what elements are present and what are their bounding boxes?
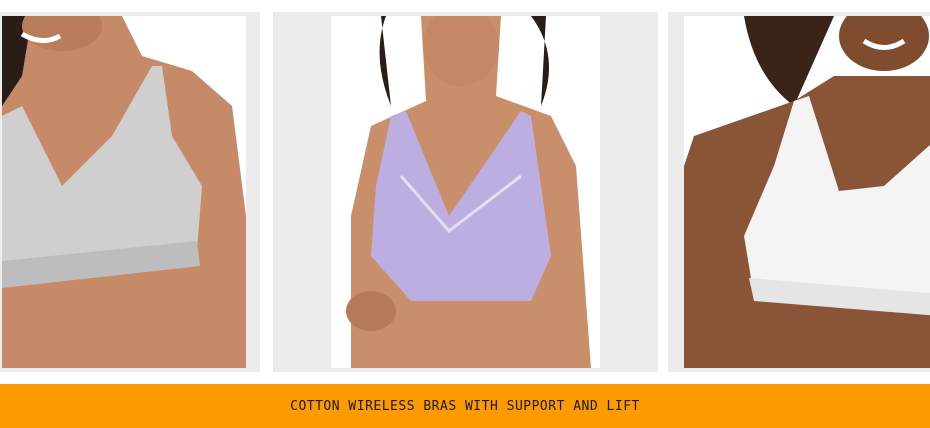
product-photo-white-bra[interactable] xyxy=(684,16,930,368)
promo-banner[interactable]: COTTON WIRELESS BRAS WITH SUPPORT AND LI… xyxy=(0,384,930,428)
product-gallery xyxy=(0,0,930,378)
product-card-gray[interactable] xyxy=(0,12,260,372)
product-card-lavender[interactable] xyxy=(273,12,658,372)
promo-banner-text[interactable]: COTTON WIRELESS BRAS WITH SUPPORT AND LI… xyxy=(290,399,640,414)
product-card-white[interactable] xyxy=(668,12,930,372)
product-photo-lavender-bra[interactable] xyxy=(331,16,600,368)
product-photo-gray-bra[interactable] xyxy=(2,16,246,368)
